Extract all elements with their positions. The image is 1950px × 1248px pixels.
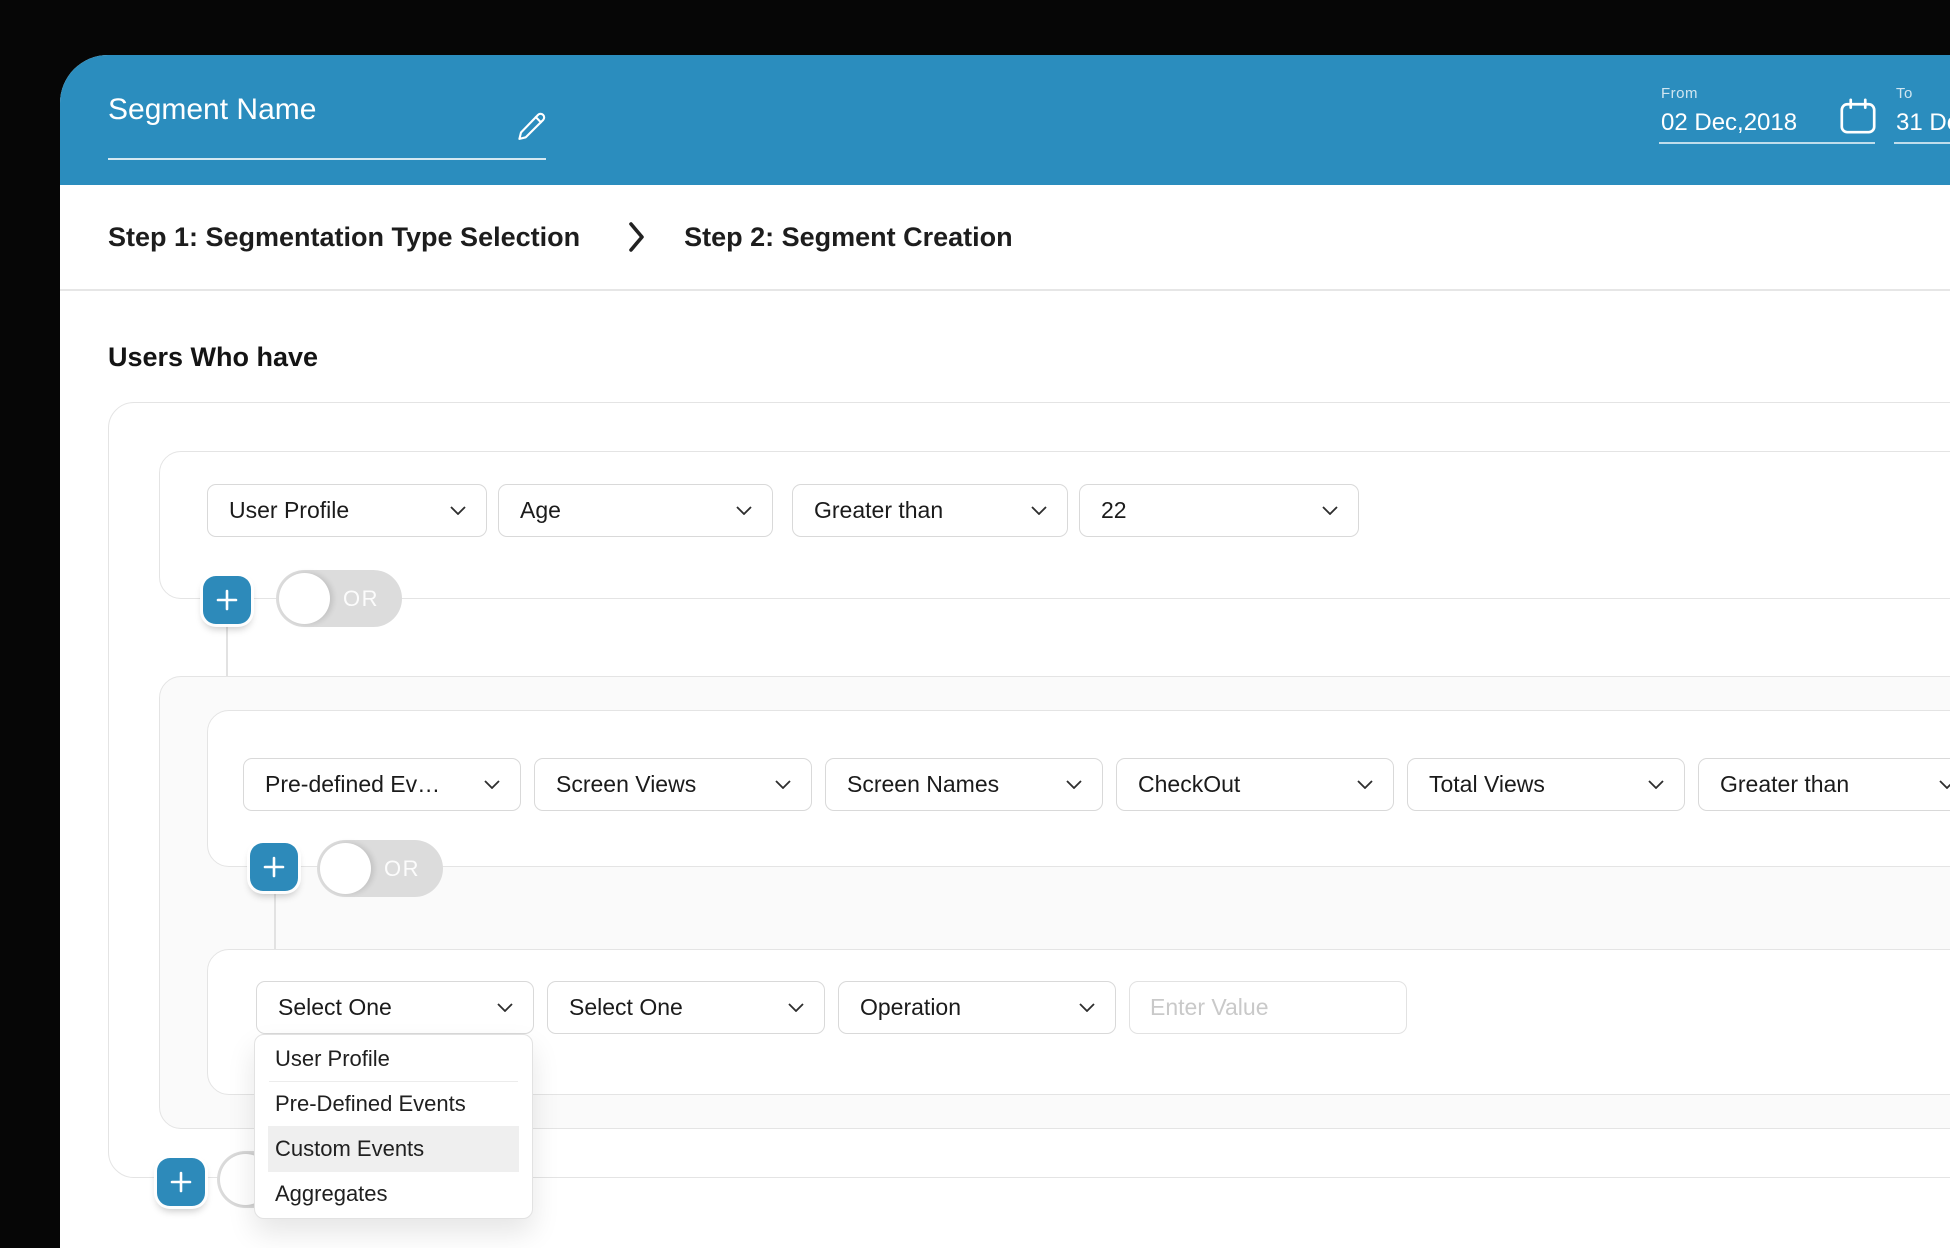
event-type-select[interactable]: Pre-defined Ev… (243, 758, 521, 811)
chevron-down-icon (1079, 1003, 1095, 1012)
select-value: 22 (1101, 497, 1127, 523)
chevron-right-icon (629, 222, 644, 252)
to-date-field[interactable]: 31 Dec,2018 (1896, 109, 1950, 137)
toggle-or-label: OR (343, 585, 379, 611)
step-2-tab[interactable]: Step 2: Segment Creation (684, 222, 1013, 253)
from-date-underline (1659, 142, 1875, 144)
dropdown-option-aggregates[interactable]: Aggregates (255, 1172, 532, 1216)
operator-select[interactable]: Greater than (792, 484, 1068, 537)
category-select-open[interactable]: Select One (256, 981, 534, 1034)
select-value: Total Views (1429, 771, 1545, 797)
add-condition-button[interactable] (203, 576, 251, 624)
chevron-down-icon (1066, 780, 1082, 789)
chevron-down-icon (775, 780, 791, 789)
dropdown-option-user-profile[interactable]: User Profile (255, 1037, 532, 1081)
select-value: User Profile (229, 497, 350, 523)
toggle-knob (320, 843, 371, 894)
chevron-down-icon (450, 506, 466, 515)
segment-name-underline (108, 158, 546, 160)
chevron-down-icon (1322, 506, 1338, 515)
select-value: Greater than (1720, 771, 1850, 797)
select-value: Screen Names (847, 771, 1000, 797)
select-value: Operation (860, 994, 962, 1020)
select-value: CheckOut (1138, 771, 1241, 797)
toggle-or-label: OR (384, 855, 420, 881)
to-label: To (1896, 85, 1913, 102)
property-type-select[interactable]: User Profile (207, 484, 487, 537)
condition-group-1: User Profile Age Greater than 22 (159, 451, 1950, 599)
steps-bar: Step 1: Segmentation Type Selection Step… (60, 185, 1950, 291)
select-value: Screen Views (556, 771, 697, 797)
add-condition-button[interactable] (250, 843, 298, 891)
to-date-underline (1894, 142, 1950, 144)
select-value: Age (520, 497, 561, 523)
chevron-down-icon (484, 780, 500, 789)
chevron-down-icon (1357, 780, 1373, 789)
plus-icon (263, 856, 285, 878)
and-or-toggle[interactable]: OR (317, 840, 443, 897)
plus-icon (216, 589, 238, 611)
from-label: From (1661, 85, 1698, 102)
connector-line (226, 624, 228, 678)
dropdown-option-pre-defined-events[interactable]: Pre-Defined Events (255, 1082, 532, 1126)
select-value: Select One (569, 994, 683, 1020)
connector-line (274, 892, 276, 950)
plus-icon (170, 1171, 192, 1193)
header: Segment Name From 02 Dec,2018 To 31 Dec,… (60, 55, 1950, 185)
dropdown-option-custom-events[interactable]: Custom Events (268, 1126, 519, 1172)
toggle-knob (279, 573, 330, 624)
select-value: Pre-defined Ev… (265, 771, 441, 797)
operation-select[interactable]: Operation (838, 981, 1116, 1034)
segment-name-field[interactable]: Segment Name (108, 93, 316, 127)
metric-select[interactable]: Total Views (1407, 758, 1685, 811)
metric-operator-select[interactable]: Greater than (1698, 758, 1950, 811)
event-value-select[interactable]: CheckOut (1116, 758, 1394, 811)
event-select[interactable]: Screen Views (534, 758, 812, 811)
calendar-icon[interactable] (1839, 97, 1877, 135)
sub-category-select[interactable]: Select One (547, 981, 825, 1034)
event-property-select[interactable]: Screen Names (825, 758, 1103, 811)
select-value: Greater than (814, 497, 944, 523)
attribute-select[interactable]: Age (498, 484, 773, 537)
chevron-down-icon (497, 1003, 513, 1012)
chevron-down-icon (736, 506, 752, 515)
section-title: Users Who have (108, 342, 319, 372)
chevron-down-icon (1648, 780, 1664, 789)
edit-pencil-icon[interactable] (512, 105, 548, 141)
value-input[interactable] (1129, 981, 1407, 1034)
chevron-down-icon (788, 1003, 804, 1012)
chevron-down-icon (1031, 506, 1047, 515)
from-date-field[interactable]: 02 Dec,2018 (1661, 109, 1797, 137)
value-select[interactable]: 22 (1079, 484, 1359, 537)
add-condition-group-button[interactable] (157, 1158, 205, 1206)
select-value: Select One (278, 994, 392, 1020)
step-1-tab[interactable]: Step 1: Segmentation Type Selection (108, 222, 580, 253)
chevron-down-icon (1939, 780, 1950, 789)
and-or-toggle[interactable]: OR (276, 570, 402, 627)
segment-conditions-container: User Profile Age Greater than 22 OR Pre-… (108, 402, 1950, 1219)
condition-group-2-inner: Pre-defined Ev… Screen Views Screen Name… (207, 710, 1950, 867)
app-window: Segment Name From 02 Dec,2018 To 31 Dec,… (60, 55, 1950, 1248)
category-dropdown-menu: User Profile Pre-Defined Events Custom E… (254, 1034, 533, 1219)
